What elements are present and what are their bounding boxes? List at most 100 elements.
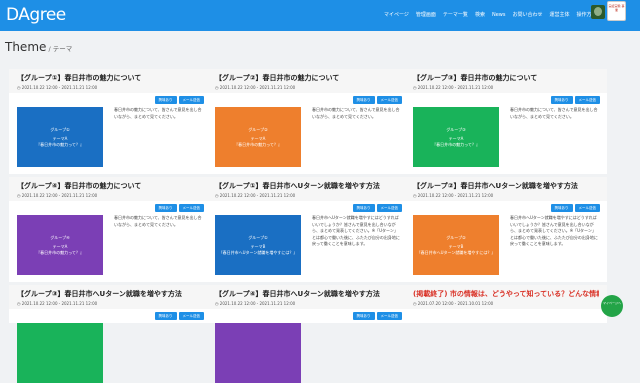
card-actions: 興味あり メール送信 [550, 96, 600, 104]
clock-icon: ◷ [17, 193, 21, 198]
card-title[interactable]: 【グループ③】春日井市の魅力について [413, 73, 599, 83]
card-header: 【グループ④】春日井市へUターン就職を増やす方法 ◷ 2021.10.22 12… [207, 285, 409, 309]
mail-button[interactable]: メール送信 [178, 312, 204, 320]
thumb-topic: 『春日井市の魅力って？』 [432, 141, 480, 147]
nav-item-news[interactable]: News [492, 12, 506, 19]
theme-thumbnail[interactable]: グループ① テーマB 『春日井市へUターン就職を増やすには？』 [215, 215, 301, 275]
theme-card[interactable]: 【グループ③】春日井市の魅力について ◷ 2021.10.22 12:00 - … [405, 69, 607, 174]
card-date: ◷ 2021.10.22 12:00 - 2021.11.21 12:00 [215, 85, 401, 90]
theme-card[interactable]: (掲載終了) 市の情報は、どうやって知っている？どんな情報をどうやって手に入れた… [405, 285, 607, 323]
clock-icon: ◷ [17, 85, 21, 90]
page-title: Theme / テーマ [5, 40, 72, 54]
card-title[interactable]: 【グループ①】春日井市へUターン就職を増やす方法 [215, 181, 401, 191]
page-subtitle: / テーマ [46, 45, 73, 53]
clock-icon: ◷ [413, 85, 417, 90]
card-date: ◷ 2021.10.22 12:00 - 2021.11.21 12:00 [17, 85, 203, 90]
theme-card[interactable]: 【グループ①】春日井市へUターン就職を増やす方法 ◷ 2021.10.22 12… [207, 177, 409, 282]
mail-button[interactable]: メール送信 [178, 96, 204, 104]
thumb-topic: 『春日井市へUターン就職を増やすには？』 [416, 249, 496, 255]
theme-thumbnail[interactable]: グループ③ テーマA 『春日井市の魅力って？』 [413, 107, 499, 167]
card-title[interactable]: 【グループ③】春日井市へUターン就職を増やす方法 [17, 289, 203, 299]
card-date-text: 2021.10.22 12:00 - 2021.11.21 12:00 [219, 193, 296, 198]
mail-button[interactable]: メール送信 [376, 204, 402, 212]
card-description: 春日井市へUターン就職を増やすにはどうすればいいでしょうか？皆さんで意見を出し合… [510, 215, 598, 246]
card-title[interactable]: 【グループ④】春日井市の魅力について [17, 181, 203, 191]
card-header: 【グループ③】春日井市の魅力について ◷ 2021.10.22 12:00 - … [405, 69, 607, 93]
card-description: 春日井市の魅力について、皆さんで意見を出し合いながら、まとめて見てください。 [510, 107, 598, 119]
interest-button[interactable]: 興味あり [550, 96, 573, 104]
interest-button[interactable]: 興味あり [154, 96, 177, 104]
interest-button[interactable]: 興味あり [550, 204, 573, 212]
card-date: ◷ 2021.07.20 12:00 - 2021.10.01 12:00 [413, 301, 599, 306]
card-date-text: 2021.10.22 12:00 - 2021.11.21 12:00 [219, 301, 296, 306]
mail-button[interactable]: メール送信 [574, 204, 600, 212]
nav-item-themes[interactable]: テーマ一覧 [443, 12, 468, 19]
mypage-fab-button[interactable]: マイページへ [601, 295, 623, 317]
theme-thumbnail[interactable] [17, 323, 103, 383]
card-actions: 興味あり メール送信 [352, 312, 402, 320]
theme-card[interactable]: 【グループ④】春日井市の魅力について ◷ 2021.10.22 12:00 - … [9, 177, 211, 282]
card-date: ◷ 2021.10.22 12:00 - 2021.11.21 12:00 [413, 193, 599, 198]
thumb-group: グループ① [248, 234, 268, 240]
card-title[interactable]: (掲載終了) 市の情報は、どうやって知っている？どんな情報をどうやって手に入れた… [413, 289, 599, 299]
card-header: 【グループ③】春日井市へUターン就職を増やす方法 ◷ 2021.10.22 12… [9, 285, 211, 309]
nav-item-mypage[interactable]: マイページ [384, 12, 409, 19]
card-date-text: 2021.10.22 12:00 - 2021.11.21 12:00 [21, 301, 98, 306]
avatar[interactable] [591, 5, 605, 19]
mail-button[interactable]: メール送信 [376, 96, 402, 104]
mail-button[interactable]: メール送信 [574, 96, 600, 104]
theme-card[interactable]: 【グループ②】春日井市へUターン就職を増やす方法 ◷ 2021.10.22 12… [405, 177, 607, 282]
mail-button[interactable]: メール送信 [376, 312, 402, 320]
card-date-text: 2021.10.22 12:00 - 2021.11.21 12:00 [417, 85, 494, 90]
thumb-topic: 『春日井市へUターン就職を増やすには？』 [218, 249, 298, 255]
thumb-group: グループ④ [50, 234, 70, 240]
card-header: (掲載終了) 市の情報は、どうやって知っている？どんな情報をどうやって手に入れた… [405, 285, 607, 309]
card-description: 春日井市の魅力について、皆さんで意見を出し合いながら、まとめて見てください。 [312, 107, 400, 119]
theme-card[interactable]: 【グループ②】春日井市の魅力について ◷ 2021.10.22 12:00 - … [207, 69, 409, 174]
site-logo[interactable]: DAgree [6, 4, 66, 26]
nav-item-admin[interactable]: 管理画面 [416, 12, 436, 19]
clock-icon: ◷ [413, 193, 417, 198]
top-navbar: DAgree マイページ 管理画面 テーマ一覧 検索 News お問い合わせ 運… [0, 0, 640, 31]
theme-card[interactable]: 【グループ④】春日井市へUターン就職を増やす方法 ◷ 2021.10.22 12… [207, 285, 409, 383]
card-title[interactable]: 【グループ①】春日井市の魅力について [17, 73, 203, 83]
card-date-text: 2021.10.22 12:00 - 2021.11.21 12:00 [21, 85, 98, 90]
theme-thumbnail[interactable]: グループ① テーマA 『春日井市の魅力って？』 [17, 107, 103, 167]
theme-thumbnail[interactable]: グループ② テーマB 『春日井市へUターン就職を増やすには？』 [413, 215, 499, 275]
interest-button[interactable]: 興味あり [154, 312, 177, 320]
card-date: ◷ 2021.10.22 12:00 - 2021.11.21 12:00 [17, 193, 203, 198]
card-title[interactable]: 【グループ②】春日井市へUターン就職を増やす方法 [413, 181, 599, 191]
avatar-face-icon [594, 7, 602, 16]
thumb-group: グループ③ [446, 126, 466, 132]
clock-icon: ◷ [413, 301, 417, 306]
thumb-group: グループ① [50, 126, 70, 132]
theme-card[interactable]: 【グループ①】春日井市の魅力について ◷ 2021.10.22 12:00 - … [9, 69, 211, 174]
theme-thumbnail[interactable]: グループ② テーマA 『春日井市の魅力って？』 [215, 107, 301, 167]
nav-menu: マイページ 管理画面 テーマ一覧 検索 News お問い合わせ 運営主体 操作方… [384, 0, 597, 31]
theme-thumbnail[interactable]: グループ④ テーマA 『春日井市の魅力って？』 [17, 215, 103, 275]
theme-thumbnail[interactable] [215, 323, 301, 383]
page-title-text: Theme [5, 40, 47, 54]
card-date: ◷ 2021.10.22 12:00 - 2021.11.21 12:00 [17, 301, 203, 306]
mail-button[interactable]: メール送信 [178, 204, 204, 212]
card-actions: 興味あり メール送信 [550, 204, 600, 212]
card-actions: 興味あり メール送信 [352, 96, 402, 104]
thumb-topic: 『春日井市の魅力って？』 [36, 141, 84, 147]
card-description: 春日井市の魅力について、皆さんで意見を出し合いながら、まとめて見てください。 [114, 215, 202, 227]
interest-button[interactable]: 興味あり [352, 204, 375, 212]
interest-button[interactable]: 興味あり [352, 312, 375, 320]
card-description: 春日井市へUターン就職を増やすにはどうすればいいでしょうか？皆さんで意見を出し合… [312, 215, 400, 246]
nav-item-search[interactable]: 検索 [475, 12, 485, 19]
nav-item-contact[interactable]: お問い合わせ [512, 12, 542, 19]
card-actions: 興味あり メール送信 [154, 312, 204, 320]
card-header: 【グループ①】春日井市の魅力について ◷ 2021.10.22 12:00 - … [9, 69, 211, 93]
thumb-topic: 『春日井市の魅力って？』 [234, 141, 282, 147]
interest-button[interactable]: 興味あり [154, 204, 177, 212]
theme-card[interactable]: 【グループ③】春日井市へUターン就職を増やす方法 ◷ 2021.10.22 12… [9, 285, 211, 383]
interest-button[interactable]: 興味あり [352, 96, 375, 104]
card-title[interactable]: 【グループ④】春日井市へUターン就職を増やす方法 [215, 289, 401, 299]
nav-item-operator[interactable]: 運営主体 [549, 12, 569, 19]
card-date: ◷ 2021.10.22 12:00 - 2021.11.21 12:00 [215, 301, 401, 306]
card-actions: 興味あり メール送信 [352, 204, 402, 212]
card-title[interactable]: 【グループ②】春日井市の魅力について [215, 73, 401, 83]
